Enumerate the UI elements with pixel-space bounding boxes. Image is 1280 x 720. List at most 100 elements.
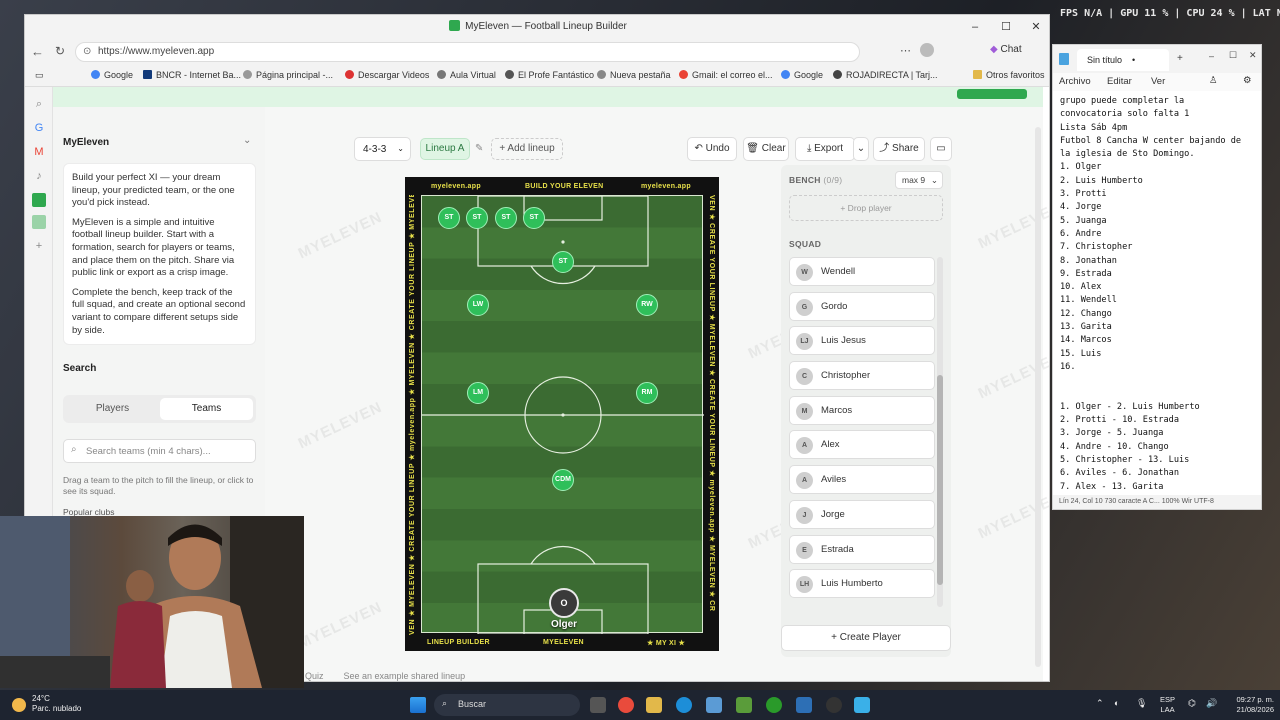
tab-teams[interactable]: Teams — [160, 398, 253, 420]
obs-icon[interactable] — [826, 697, 842, 713]
tab-players[interactable]: Players — [66, 398, 159, 420]
undo-button[interactable]: ↶ Undo — [687, 137, 737, 161]
reload-icon[interactable]: ↻ — [55, 44, 65, 58]
squad-player-card[interactable]: W Wendell — [789, 257, 935, 286]
pitch-player-slot[interactable]: RW — [636, 294, 658, 316]
team-search-input[interactable]: ⌕ Search teams (min 4 chars)... — [63, 439, 256, 463]
bookmark-aula-virtual[interactable]: Aula Virtual — [437, 70, 496, 80]
google-icon[interactable]: G — [32, 121, 46, 135]
export-options-chevron-icon[interactable]: ⌄ — [853, 137, 869, 161]
tab-modified-dot-icon[interactable]: • — [1132, 55, 1135, 65]
myeleven-app-icon-2[interactable] — [32, 215, 46, 229]
task-view-icon[interactable] — [590, 697, 606, 713]
close-window-button[interactable]: ✕ — [1249, 50, 1257, 61]
notepad-taskbar-icon[interactable] — [854, 697, 870, 713]
goalkeeper-token[interactable]: O — [549, 588, 579, 618]
bookmark-gmail[interactable]: Gmail: el correo el... — [679, 70, 773, 80]
pitch-player-slot[interactable]: ST — [495, 207, 517, 229]
volume-icon[interactable]: 🔊 — [1206, 698, 1217, 709]
pitch-player-slot[interactable]: CDM — [552, 469, 574, 491]
profile-avatar[interactable] — [920, 43, 934, 57]
microphone-icon[interactable]: 🎙 — [1136, 698, 1147, 709]
clock[interactable]: 09:27 p. m. 21/08/2026 — [1228, 695, 1274, 715]
network-icon[interactable]: ⌬ — [1188, 698, 1196, 709]
maximize-button[interactable]: ☐ — [1229, 50, 1237, 61]
squad-player-card[interactable]: LH Luis Humberto — [789, 569, 935, 599]
copilot-chat-button[interactable]: ◆ Chat — [990, 44, 1022, 55]
menu-ver[interactable]: Ver — [1151, 76, 1165, 87]
bookmark-pagina-principal[interactable]: Página principal -... — [243, 70, 333, 80]
other-bookmarks[interactable]: Otros favoritos — [973, 70, 1045, 80]
squad-player-card[interactable]: G Gordo — [789, 291, 935, 321]
lineup-a-tab[interactable]: Lineup A — [420, 138, 470, 160]
clear-button[interactable]: 🗑 Clear — [743, 137, 789, 161]
weather-widget[interactable]: 24°C Parc. nublado — [32, 694, 81, 714]
site-info-icon[interactable]: ⊙ — [83, 46, 91, 57]
edge-icon[interactable] — [676, 697, 692, 713]
bookmark-bncr[interactable]: BNCR - Internet Ba... — [143, 70, 241, 80]
gmail-icon[interactable]: M — [32, 145, 46, 159]
menu-editar[interactable]: Editar — [1107, 76, 1132, 87]
pitch-player-slot[interactable]: ST — [438, 207, 460, 229]
bookmarks-menu-icon[interactable]: ▭ — [35, 70, 44, 81]
language-indicator[interactable]: ESP LAA — [1160, 695, 1175, 715]
audio-icon[interactable]: ♪ — [32, 169, 46, 183]
page-scrollbar[interactable] — [1035, 127, 1041, 667]
squad-player-card[interactable]: J Jorge — [789, 499, 935, 529]
search-icon[interactable]: ⌕ — [32, 97, 46, 111]
pitch-player-slot[interactable]: LW — [467, 294, 489, 316]
export-button[interactable]: ⤓ Export — [795, 137, 855, 161]
minimize-button[interactable]: – — [1209, 51, 1214, 61]
bookmark-google-2[interactable]: Google — [781, 70, 823, 80]
add-lineup-button[interactable]: + Add lineup — [491, 138, 563, 160]
formation-select[interactable]: 4-3-3 ⌄ — [354, 137, 411, 161]
pitch-player-slot[interactable]: ST — [552, 251, 574, 273]
format-icon[interactable]: ♙ — [1209, 75, 1218, 86]
menu-archivo[interactable]: Archivo — [1059, 76, 1091, 87]
store-icon[interactable] — [706, 697, 722, 713]
add-icon[interactable]: + — [32, 239, 46, 253]
bench-drop-zone[interactable]: + Drop player — [789, 195, 943, 221]
quiz-link[interactable]: Quiz — [305, 671, 324, 681]
squad-player-card[interactable]: A Aviles — [789, 465, 935, 495]
back-icon[interactable]: ← — [31, 44, 44, 59]
bench-max-select[interactable]: max 9 ⌄ — [895, 171, 943, 189]
notepad-tab[interactable]: Sin título • — [1077, 49, 1169, 71]
chrome-icon[interactable] — [618, 697, 634, 713]
squad-player-card[interactable]: C Christopher — [789, 361, 935, 391]
squad-player-card[interactable]: LJ Luis Jesus — [789, 326, 935, 356]
close-window-button[interactable]: ✕ — [1025, 18, 1047, 36]
pitch-player-slot[interactable]: LM — [467, 382, 489, 404]
start-icon[interactable] — [410, 697, 426, 713]
notepad-text-area[interactable]: grupo puede completar la convocatoria so… — [1060, 95, 1260, 507]
settings-gear-icon[interactable]: ⚙ — [1243, 75, 1252, 86]
create-player-button[interactable]: + Create Player — [781, 625, 951, 651]
app-icon[interactable] — [796, 697, 812, 713]
squad-player-card[interactable]: E Estrada — [789, 534, 935, 564]
share-button[interactable]: ⤴ Share — [873, 137, 925, 161]
bookmark-descargar-videos[interactable]: Descargar Videos — [345, 70, 429, 80]
myeleven-app-icon[interactable] — [32, 193, 46, 207]
minecraft-icon[interactable] — [736, 697, 752, 713]
edit-icon[interactable]: ✎ — [475, 143, 483, 154]
address-bar[interactable]: ⊙ https://www.myeleven.app — [75, 42, 860, 62]
maximize-button[interactable]: ☐ — [995, 18, 1017, 36]
new-tab-icon[interactable]: + — [1177, 53, 1183, 64]
squad-player-card[interactable]: A Alex — [789, 430, 935, 460]
weather-icon[interactable] — [12, 698, 26, 712]
pitch-player-slot[interactable]: RM — [636, 382, 658, 404]
present-icon[interactable]: ▭ — [930, 137, 952, 161]
tray-app-icon[interactable]: ◐ — [1114, 698, 1119, 708]
pitch-player-slot[interactable]: ST — [523, 207, 545, 229]
squad-player-card[interactable]: M Marcos — [789, 395, 935, 425]
file-explorer-icon[interactable] — [646, 697, 662, 713]
bookmark-nueva-pestana[interactable]: Nueva pestaña — [597, 70, 671, 80]
pitch-player-slot[interactable]: ST — [466, 207, 488, 229]
bookmark-el-profe[interactable]: El Profe Fantástico — [505, 70, 594, 80]
bookmark-rojadirecta[interactable]: ROJADIRECTA | Tarj... — [833, 70, 938, 80]
banner-button[interactable] — [957, 89, 1027, 99]
bookmark-google[interactable]: Google — [91, 70, 133, 80]
minimize-button[interactable]: – — [964, 18, 986, 36]
taskbar-search[interactable]: ⌕ Buscar — [434, 694, 580, 716]
collapse-chevron-icon[interactable]: ⌄ — [243, 135, 251, 146]
